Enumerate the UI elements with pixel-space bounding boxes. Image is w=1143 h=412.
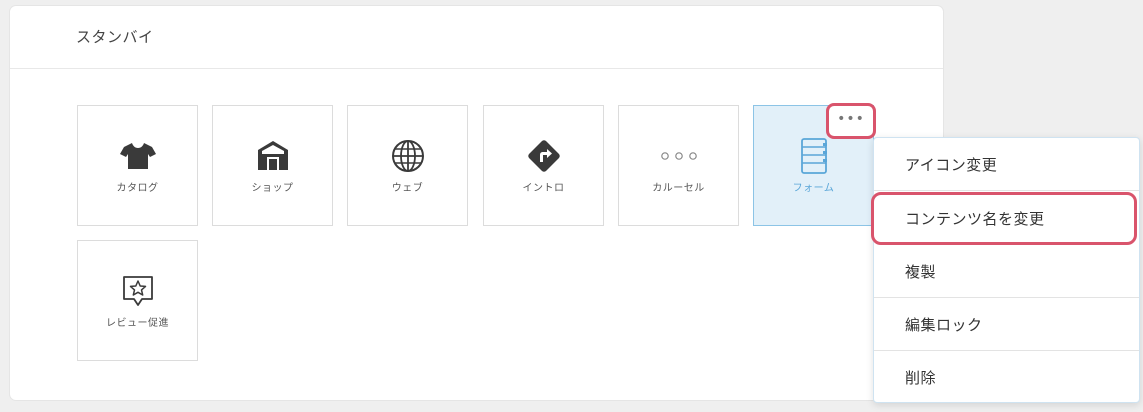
shop-icon — [213, 136, 332, 176]
menu-item-label: アイコン変更 — [905, 155, 998, 174]
menu-item-duplicate[interactable]: 複製 — [874, 245, 1139, 298]
direction-sign-icon — [484, 136, 603, 176]
tile-label: カタログ — [116, 183, 159, 194]
panel-header: スタンバイ — [10, 6, 943, 69]
tile-label: フォーム — [792, 183, 835, 194]
more-options-button[interactable]: ••• — [826, 103, 876, 139]
menu-item-label: 削除 — [905, 369, 937, 387]
tile-label: ウェブ — [391, 183, 424, 194]
globe-icon — [348, 136, 467, 176]
tile-label: レビュー促進 — [106, 318, 169, 329]
tile-intro[interactable]: イントロ — [483, 105, 604, 226]
tile-catalog[interactable]: カタログ — [77, 105, 198, 226]
menu-item-edit-lock[interactable]: 編集ロック — [874, 298, 1139, 351]
tile-label: ショップ — [251, 183, 294, 194]
menu-item-label: 編集ロック — [905, 315, 983, 334]
carousel-dots-icon — [619, 136, 738, 176]
tile-label: イントロ — [522, 183, 565, 194]
review-star-icon — [78, 271, 197, 311]
tile-web[interactable]: ウェブ — [347, 105, 468, 226]
tile-shop[interactable]: ショップ — [212, 105, 333, 226]
tile-carousel[interactable]: カルーセル — [618, 105, 739, 226]
tile-label: カルーセル — [652, 183, 705, 194]
menu-item-label: コンテンツ名を変更 — [905, 210, 1045, 228]
context-menu: アイコン変更 コンテンツ名を変更 複製 編集ロック 削除 — [871, 137, 1140, 404]
menu-item-change-icon[interactable]: アイコン変更 — [874, 138, 1139, 191]
panel-title: スタンバイ — [76, 28, 154, 46]
form-notebook-icon — [754, 136, 873, 176]
ellipsis-icon: ••• — [837, 111, 865, 127]
tshirt-icon — [78, 136, 197, 176]
menu-item-delete[interactable]: 削除 — [874, 351, 1139, 404]
menu-item-rename-content[interactable]: コンテンツ名を変更 — [871, 192, 1137, 245]
tile-review[interactable]: レビュー促進 — [77, 240, 198, 361]
menu-item-label: 複製 — [905, 262, 937, 281]
